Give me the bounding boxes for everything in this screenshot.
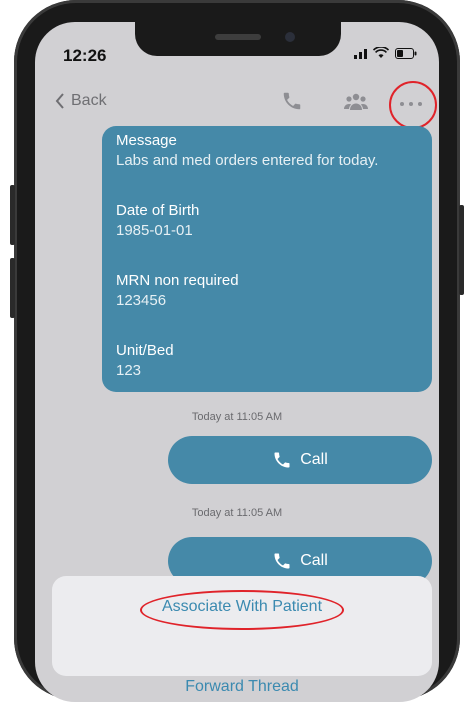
field-label: MRN non required: [116, 272, 239, 289]
call-label: Call: [300, 451, 328, 468]
message-field: Message Labs and med orders entered for …: [116, 132, 378, 169]
notch: [135, 22, 341, 56]
volume-down-button: [10, 258, 15, 318]
power-button: [459, 205, 464, 295]
battery-icon: [395, 47, 417, 59]
phone-icon[interactable]: [281, 90, 303, 112]
timestamp: Today at 11:05 AM: [191, 411, 283, 423]
more-button-highlight: [389, 81, 437, 129]
field-value: 123456: [116, 292, 167, 309]
back-button[interactable]: Back: [55, 92, 107, 110]
front-camera: [285, 32, 295, 42]
signal-icon: [354, 47, 367, 59]
status-time: 12:26: [63, 46, 107, 65]
message-bubble: Message Labs and med orders entered for …: [102, 126, 432, 392]
speaker-grille: [215, 34, 261, 40]
group-icon[interactable]: [344, 92, 368, 112]
associate-with-patient-option[interactable]: Associate With Patient: [52, 598, 432, 616]
unit-bed-field: Unit/Bed 123: [116, 342, 174, 379]
mrn-field: MRN non required 123456: [116, 272, 239, 309]
field-label: Unit/Bed: [116, 342, 174, 359]
timestamp: Today at 11:05 AM: [191, 507, 283, 519]
field-value: Labs and med orders entered for today.: [116, 152, 379, 169]
action-sheet: Associate With Patient Forward Thread: [52, 576, 432, 695]
dob-field: Date of Birth 1985-01-01: [116, 202, 199, 239]
field-value: 1985-01-01: [116, 222, 193, 239]
field-value: 123: [116, 362, 142, 379]
status-icons: [354, 47, 417, 59]
call-label: Call: [300, 552, 328, 569]
phone-icon: [274, 553, 290, 569]
call-button[interactable]: Call: [168, 436, 432, 484]
wifi-icon: [373, 47, 389, 58]
field-label: Date of Birth: [116, 202, 200, 219]
phone-icon: [274, 452, 290, 468]
volume-up-button: [10, 185, 15, 245]
chevron-left-icon: [55, 93, 64, 109]
field-label: Message: [116, 132, 177, 149]
back-label: Back: [71, 92, 107, 109]
forward-thread-option[interactable]: Forward Thread: [52, 678, 432, 696]
